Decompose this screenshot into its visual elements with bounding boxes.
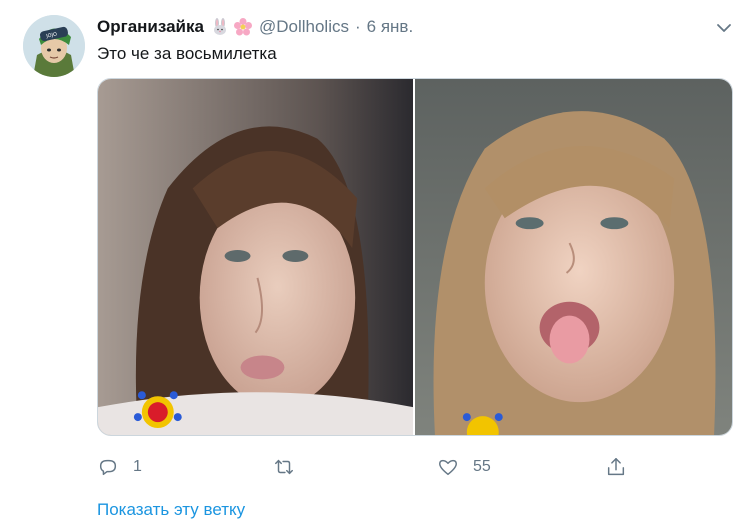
tweet-actions: 1 55 [97,456,733,480]
reply-button[interactable]: 1 [97,456,142,478]
tweet-header: Организайка @Dollholics · 6 янв. [97,16,413,38]
reply-count: 1 [133,458,142,475]
retweet-button[interactable] [273,456,309,478]
photo-left[interactable] [98,79,413,435]
tweet[interactable]: JOJO Организайка @Dollholics · 6 янв. Эт… [0,0,753,532]
like-count: 55 [473,458,491,475]
author-name[interactable]: Организайка [97,17,204,37]
tweet-timestamp[interactable]: 6 янв. [367,17,414,37]
rabbit-emoji-icon [210,17,230,37]
cherry-blossom-emoji-icon [233,17,253,37]
tweet-text: Это че за восьмилетка [97,44,277,63]
reply-icon [99,459,117,476]
share-icon [607,458,625,476]
share-button[interactable] [605,456,627,478]
show-thread-link[interactable]: Показать эту ветку [97,500,245,520]
heart-icon [439,459,457,476]
tweet-media[interactable] [97,78,733,436]
separator-dot: · [354,17,361,36]
retweet-icon [275,459,293,475]
chevron-down-icon[interactable] [714,18,734,38]
photo-right[interactable] [415,79,732,435]
author-handle[interactable]: @Dollholics [259,17,349,37]
avatar[interactable]: JOJO [23,15,85,77]
like-button[interactable]: 55 [437,456,491,478]
